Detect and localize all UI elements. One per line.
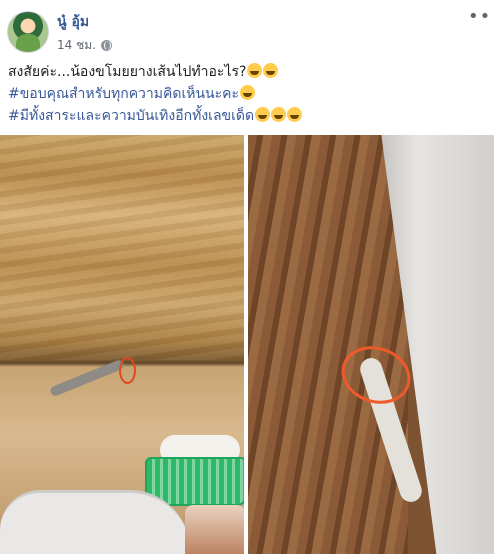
post-line-1: สงสัยค่ะ...น้องขโมยยางเส้นไปทำอะไร?: [8, 61, 488, 83]
jar: [185, 505, 244, 554]
author-name[interactable]: นู๋ อุ้ม: [57, 11, 89, 33]
hashtag-thanks[interactable]: #ขอบคุณสำหรับทุกความคิดเห็นนะคะ: [8, 83, 488, 105]
post-photo-2[interactable]: [248, 135, 494, 554]
globe-icon: [100, 40, 112, 51]
gecko: [48, 358, 126, 398]
container: [0, 490, 190, 554]
post-photo-1[interactable]: [0, 135, 244, 554]
post-time[interactable]: 14 ชม.: [57, 36, 112, 55]
rubber-band: [119, 357, 136, 384]
grinning-face-icon: [247, 63, 263, 78]
laughing-face-icon: [255, 107, 271, 122]
post-header: นู๋ อุ้ม 14 ชม. •••: [0, 0, 494, 62]
hashtag-entertainment[interactable]: #มีทั้งสาระและความบันเทิงอีกทั้งเลขเด็ด: [8, 105, 488, 127]
avatar[interactable]: [7, 11, 49, 53]
grinning-face-icon: [240, 85, 256, 100]
more-options-button[interactable]: •••: [468, 6, 494, 27]
post-text: สงสัยค่ะ...น้องขโมยยางเส้นไปทำอะไร? #ขอบ…: [8, 61, 488, 127]
laughing-face-icon: [287, 107, 303, 122]
grinning-face-icon: [263, 63, 279, 78]
laughing-face-icon: [271, 107, 287, 122]
post-time-text[interactable]: 14 ชม.: [57, 36, 96, 55]
